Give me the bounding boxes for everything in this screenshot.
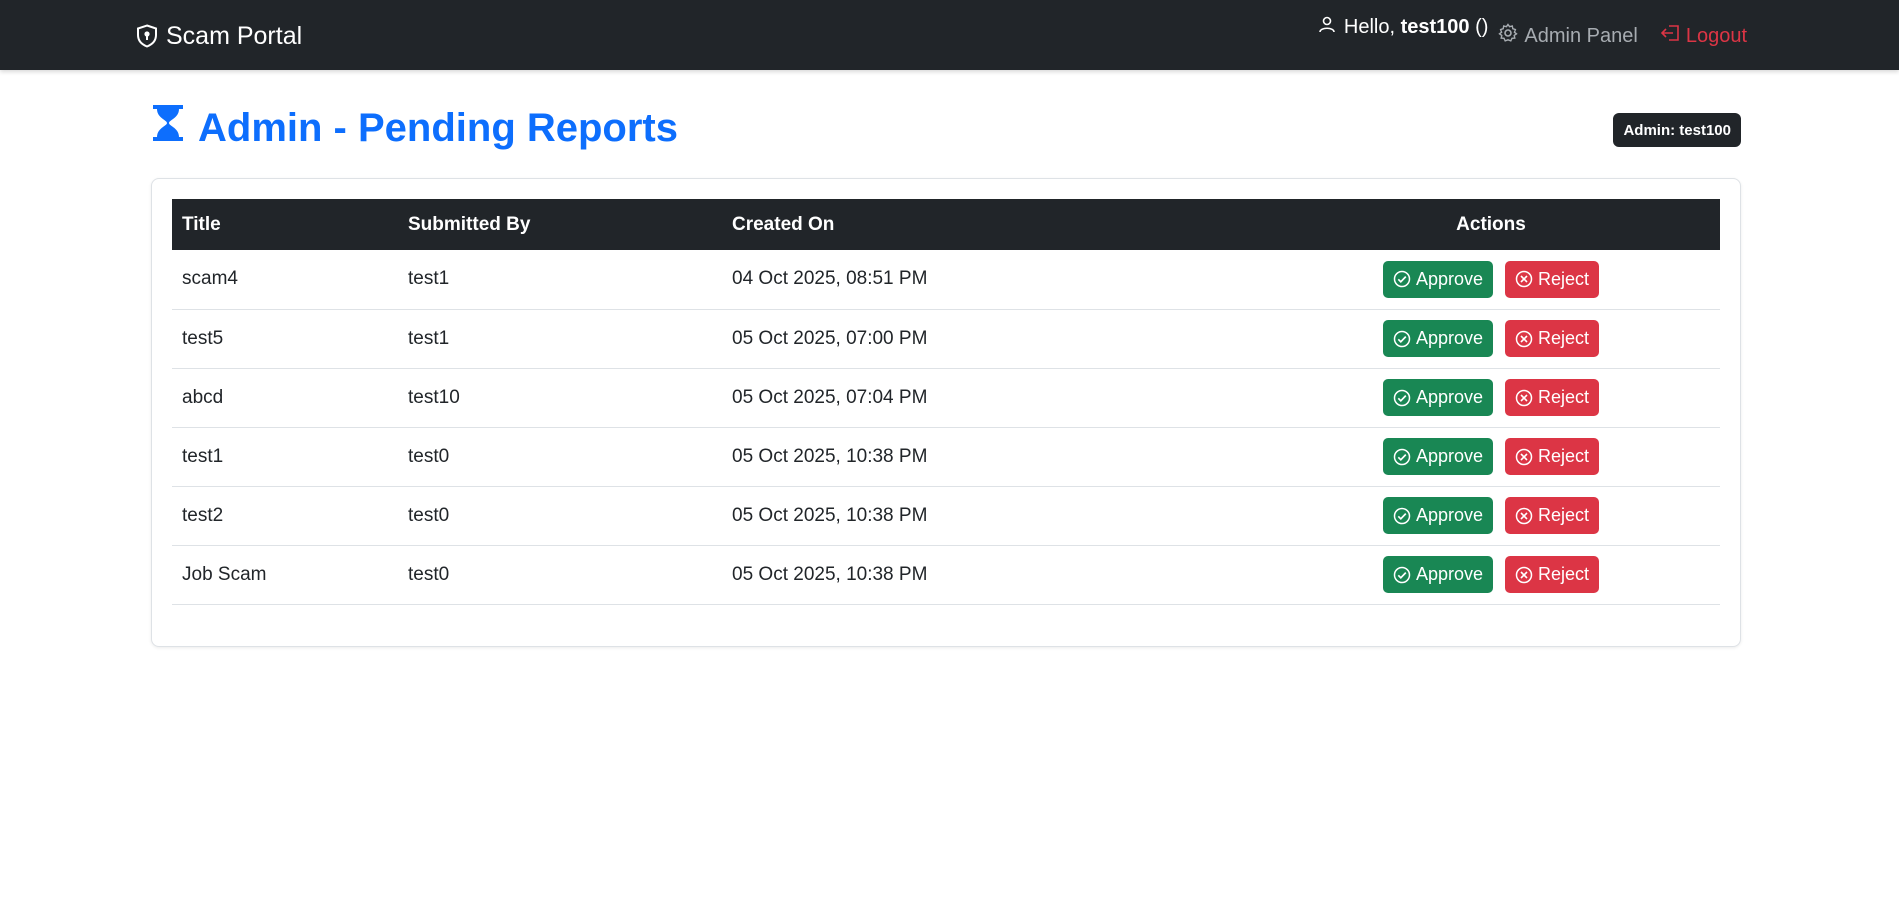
table-row: test5 test1 05 Oct 2025, 07:00 PM Approv…: [172, 309, 1720, 368]
report-submitted-by: test1: [408, 327, 450, 349]
nav-right: Hello, test100 () Admin Panel Logout: [1318, 14, 1747, 58]
reject-label: Reject: [1538, 505, 1590, 525]
table-header-row: Title Submitted By Created On Actions: [172, 199, 1720, 250]
x-circle-icon: [1515, 330, 1533, 348]
reject-label: Reject: [1538, 564, 1590, 584]
reports-card: Title Submitted By Created On Actions sc…: [151, 178, 1741, 647]
reject-button[interactable]: Reject: [1505, 497, 1600, 534]
person-icon: [1318, 15, 1336, 39]
report-created-on: 05 Oct 2025, 07:04 PM: [732, 386, 928, 408]
reject-label: Reject: [1538, 387, 1590, 407]
x-circle-icon: [1515, 566, 1533, 584]
table-row: scam4 test1 04 Oct 2025, 08:51 PM Approv…: [172, 250, 1720, 309]
hourglass-icon: [152, 104, 184, 152]
report-created-on: 05 Oct 2025, 10:38 PM: [732, 445, 928, 467]
top-navbar: Scam Portal Hello, test100 () Admin Pane…: [0, 0, 1899, 70]
report-title: test1: [182, 445, 224, 467]
table-row: test2 test0 05 Oct 2025, 10:38 PM Approv…: [172, 486, 1720, 545]
hello-prefix: Hello,: [1343, 15, 1401, 38]
column-header-submitted-by: Submitted By: [408, 213, 531, 235]
report-submitted-by: test1: [408, 268, 450, 290]
report-title: test5: [182, 327, 224, 349]
report-actions: Approve Reject: [1262, 545, 1720, 604]
admin-panel-link[interactable]: Admin Panel: [1498, 23, 1638, 49]
report-submitted-by: test0: [408, 563, 450, 585]
report-title: scam4: [182, 268, 238, 290]
approve-label: Approve: [1415, 268, 1483, 289]
approve-button[interactable]: Approve: [1382, 497, 1493, 534]
reject-button[interactable]: Reject: [1505, 556, 1600, 593]
brand-label: Scam Portal: [166, 21, 303, 50]
table-row: abcd test10 05 Oct 2025, 07:04 PM Approv…: [172, 368, 1720, 427]
x-circle-icon: [1515, 448, 1533, 466]
page-title-text: Admin - Pending Reports: [198, 105, 678, 150]
check-circle-icon: [1393, 448, 1411, 466]
role-paren: (): [1469, 15, 1489, 38]
logout-label: Logout: [1685, 24, 1747, 47]
x-circle-icon: [1515, 270, 1533, 288]
reject-button[interactable]: Reject: [1505, 379, 1600, 416]
reject-button[interactable]: Reject: [1505, 438, 1600, 475]
table-row: test1 test0 05 Oct 2025, 10:38 PM Approv…: [172, 427, 1720, 486]
admin-badge: Admin: test100: [1613, 113, 1741, 147]
approve-label: Approve: [1415, 564, 1483, 584]
report-submitted-by: test0: [408, 445, 450, 467]
report-actions: Approve Reject: [1262, 250, 1720, 309]
check-circle-icon: [1393, 566, 1411, 584]
column-header-actions: Actions: [1456, 213, 1526, 235]
report-created-on: 05 Oct 2025, 10:38 PM: [732, 563, 928, 585]
shield-icon: [136, 24, 158, 48]
report-actions: Approve Reject: [1262, 427, 1720, 486]
x-circle-icon: [1515, 507, 1533, 525]
gear-icon: [1498, 23, 1519, 49]
reject-button[interactable]: Reject: [1505, 260, 1600, 298]
report-actions: Approve Reject: [1262, 368, 1720, 427]
report-title: abcd: [182, 386, 224, 408]
check-circle-icon: [1393, 389, 1411, 407]
report-actions: Approve Reject: [1262, 486, 1720, 545]
check-circle-icon: [1393, 507, 1411, 525]
username: test100: [1400, 15, 1470, 38]
report-actions: Approve Reject: [1262, 309, 1720, 368]
table-row: Job Scam test0 05 Oct 2025, 10:38 PM App…: [172, 545, 1720, 604]
approve-button[interactable]: Approve: [1382, 260, 1493, 298]
reject-label: Reject: [1538, 446, 1590, 466]
approve-button[interactable]: Approve: [1382, 320, 1493, 357]
admin-panel-label: Admin Panel: [1524, 24, 1638, 47]
logout-link[interactable]: Logout: [1660, 24, 1747, 48]
column-header-title: Title: [182, 213, 221, 235]
page-title: Admin - Pending Reports: [152, 100, 678, 156]
x-circle-icon: [1515, 389, 1533, 407]
report-submitted-by: test0: [408, 504, 450, 526]
report-submitted-by: test10: [408, 386, 460, 408]
reject-label: Reject: [1538, 328, 1590, 348]
approve-label: Approve: [1415, 446, 1483, 466]
report-title: Job Scam: [182, 563, 267, 585]
approve-button[interactable]: Approve: [1382, 379, 1493, 416]
approve-button[interactable]: Approve: [1382, 438, 1493, 475]
approve-label: Approve: [1415, 328, 1483, 348]
report-created-on: 04 Oct 2025, 08:51 PM: [732, 268, 928, 290]
logout-icon: [1660, 24, 1680, 48]
pending-reports-table: Title Submitted By Created On Actions sc…: [172, 199, 1720, 605]
reject-label: Reject: [1538, 268, 1590, 289]
approve-button[interactable]: Approve: [1382, 556, 1493, 593]
column-header-created-on: Created On: [732, 213, 835, 235]
report-created-on: 05 Oct 2025, 10:38 PM: [732, 504, 928, 526]
report-created-on: 05 Oct 2025, 07:00 PM: [732, 327, 928, 349]
user-greeting: Hello, test100 (): [1318, 15, 1489, 39]
report-title: test2: [182, 504, 224, 526]
check-circle-icon: [1393, 330, 1411, 348]
reject-button[interactable]: Reject: [1505, 320, 1600, 357]
approve-label: Approve: [1415, 505, 1483, 525]
brand-link[interactable]: Scam Portal: [136, 19, 302, 53]
approve-label: Approve: [1415, 387, 1483, 407]
check-circle-icon: [1393, 270, 1411, 288]
